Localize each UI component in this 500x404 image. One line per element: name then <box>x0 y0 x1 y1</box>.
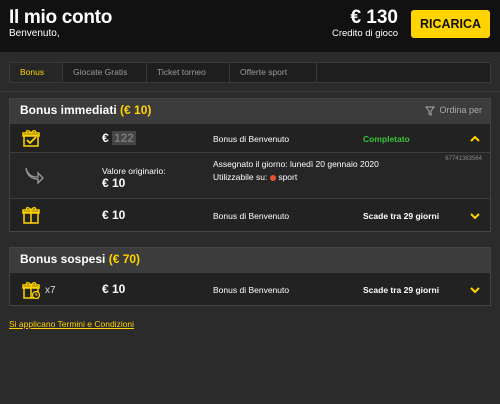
filter-icon <box>424 106 435 116</box>
tab-bonus[interactable]: Bonus <box>10 63 63 82</box>
pending-bonus-section: Bonus sospesi (€ 70) x7 € 10 Bonus di Be… <box>9 247 491 306</box>
gift-clock-icon <box>22 282 41 300</box>
recharge-button[interactable]: RICARICA <box>411 10 490 38</box>
sort-label: Ordina per <box>439 105 482 115</box>
immediate-bonus-section: Bonus immediati (€ 10) Ordina per € 122 … <box>9 98 491 232</box>
bonus-amount: € 122 <box>102 131 137 145</box>
assigned-date: Assegnato il giorno: lunedì 20 gennaio 2… <box>213 159 379 169</box>
bonus-name: Bonus di Benvenuto <box>213 285 290 295</box>
bonus-expiry: Scade tra 29 giorni <box>363 285 440 295</box>
chevron-down-icon[interactable] <box>469 284 481 296</box>
section-header: Bonus immediati (€ 10) Ordina per <box>10 99 490 123</box>
section-title: Bonus immediati (€ 10) <box>20 103 151 117</box>
section-title-text: Bonus immediati <box>20 103 117 117</box>
bonus-name: Bonus di Benvenuto <box>213 211 290 221</box>
section-title-text: Bonus sospesi <box>20 252 106 266</box>
usable-value: sport <box>278 172 298 182</box>
bonus-details: Valore originario: € 10 Assegnato il gio… <box>10 152 490 198</box>
sport-icon <box>270 174 277 181</box>
gift-check-icon <box>22 130 40 147</box>
tab-free-bets[interactable]: Giocate Gratis <box>63 63 147 82</box>
bonus-row[interactable]: € 10 Bonus di Benvenuto Scade tra 29 gio… <box>10 198 490 231</box>
balance-amount: € 130 <box>350 7 398 28</box>
chevron-up-icon[interactable] <box>469 133 481 145</box>
section-title: Bonus sospesi (€ 70) <box>20 252 140 266</box>
bonus-name: Bonus di Benvenuto <box>213 134 290 144</box>
section-total: (€ 70) <box>108 252 141 266</box>
bonus-multiplier: x7 <box>45 285 56 296</box>
balance-label: Credito di gioco <box>331 28 398 39</box>
sort-button[interactable]: Ordina per <box>424 105 482 116</box>
section-header: Bonus sospesi (€ 70) <box>10 248 490 272</box>
divider <box>0 91 500 92</box>
amount-redacted: 122 <box>112 131 137 145</box>
tab-tournament-tickets[interactable]: Ticket torneo <box>147 63 230 82</box>
bonus-tabs: Bonus Giocate Gratis Ticket torneo Offer… <box>9 62 491 83</box>
usable-label: Utilizzabile su: <box>213 172 268 182</box>
tab-sport-offers[interactable]: Offerte sport <box>230 63 317 82</box>
bonus-amount: € 10 <box>102 282 126 296</box>
bonus-row[interactable]: x7 € 10 Bonus di Benvenuto Scade tra 29 … <box>10 272 490 305</box>
chevron-down-icon[interactable] <box>469 210 481 222</box>
page-title: Il mio conto <box>9 7 113 28</box>
terms-link[interactable]: Si applicano Termini e Condizioni <box>9 319 134 329</box>
gift-icon <box>22 207 40 224</box>
welcome-text: Benvenuto, <box>9 28 60 39</box>
bonus-status: Completato <box>363 134 410 144</box>
original-value: € 10 <box>102 176 126 190</box>
arrow-icon <box>25 167 44 184</box>
bonus-amount: € 10 <box>102 208 126 222</box>
bonus-id: 67741383564 <box>445 156 482 162</box>
section-total: (€ 10) <box>120 103 152 117</box>
account-header: Il mio conto Benvenuto, € 130 Credito di… <box>0 0 500 52</box>
original-value-label: Valore originario: <box>102 166 166 176</box>
usable-on: Utilizzabile su: sport <box>213 172 297 182</box>
amount-prefix: € <box>102 131 109 145</box>
bonus-expiry: Scade tra 29 giorni <box>363 211 440 221</box>
bonus-row[interactable]: € 122 Bonus di Benvenuto Completato <box>10 123 490 152</box>
